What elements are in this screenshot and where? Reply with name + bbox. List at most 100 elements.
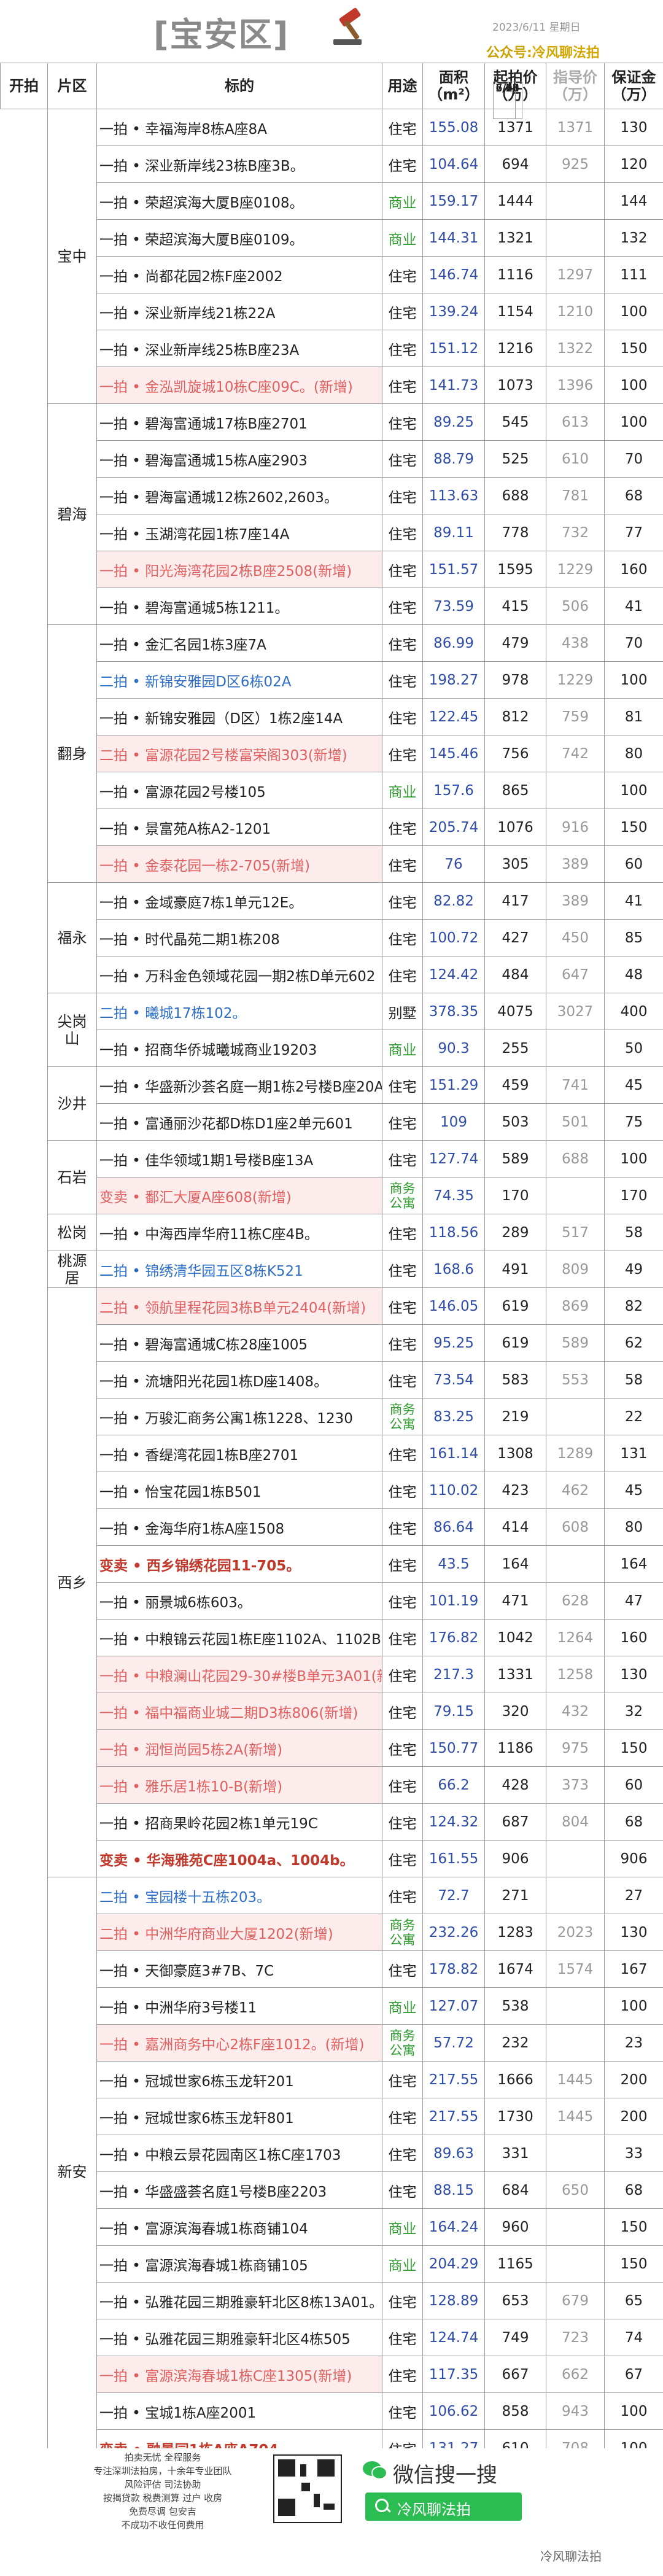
cell-deposit: 100 [604, 1987, 663, 2025]
cell-deposit: 150 [604, 330, 663, 367]
cell-item: 一拍 • 中海西岸华府11栋C座4B。 [96, 1214, 382, 1251]
cell-start: 687 [484, 1803, 546, 1841]
date-label: 2023/6/11 星期日 [492, 21, 581, 34]
cell-item: 一拍 • 新锦安雅园（D区）1栋2座14A [96, 698, 382, 735]
cell-area: 151.12 [422, 330, 485, 367]
cell-item: 一拍 • 深业新岸线23栋B座3B。 [96, 145, 382, 183]
cell-item: 一拍 • 雅乐居1栋10-B(新增) [96, 1766, 382, 1804]
cell-item: 一拍 • 幸福海岸8栋A座8A [96, 109, 382, 146]
footer-line: 不成功不收任何费用 [121, 2520, 204, 2531]
cell-date: 5/26 [492, 81, 522, 119]
table-row: 6/12 福永 一拍 • 金域豪庭7栋1单元12E。 住宅 82.82 417 389 41 [1, 81, 663, 993]
cell-area: 86.99 [422, 624, 485, 662]
cell-guide: 809 [546, 1251, 605, 1288]
cell-deposit: 58 [604, 1361, 663, 1399]
cell-area: 117.35 [422, 2356, 485, 2393]
cell-start: 289 [484, 1214, 546, 1251]
cell-guide: 517 [546, 1214, 605, 1251]
cell-deposit: 68 [604, 2171, 663, 2209]
cell-guide: 450 [546, 919, 605, 956]
cell-area: 101.19 [422, 1582, 485, 1620]
table-row: 6/12 沙井 一拍 • 华盛新沙荟名庭一期1栋2号楼B座20A 住宅 151.29 45… [1, 81, 663, 1141]
cell-deposit: 45 [604, 1472, 663, 1509]
cell-start: 1730 [484, 2098, 546, 2135]
cell-area: 232.26 [422, 1914, 485, 1951]
cell-start: 232 [484, 2024, 546, 2062]
cell-guide [546, 182, 605, 220]
cell-deposit: 131 [604, 1435, 663, 1472]
table-row: 7/4 一拍 • 中粮锦云花园1栋E座1102A、1102B 住宅 176.82 104… [1, 81, 663, 1656]
cell-item: 一拍 • 华盛盛荟名庭1号楼B座2203 [96, 2171, 382, 2209]
table-row: 6/26 一拍 • 碧海富通城12栋2602,2603。 住宅 113.63 688 78… [1, 81, 663, 514]
cell-deposit: 150 [604, 2208, 663, 2246]
cell-use: 住宅 [382, 2282, 423, 2319]
cell-start: 459 [484, 1066, 546, 1104]
cell-region: 福永 [47, 882, 97, 993]
cell-guide: 650 [546, 2171, 605, 2209]
cell-use: 住宅 [382, 440, 423, 478]
gavel-icon [333, 7, 362, 45]
cell-guide [546, 2245, 605, 2283]
table-row: 6/20 一拍 • 万骏汇商务公寓1栋1228、1230 商务公寓 83.25 219 2… [1, 81, 663, 1435]
cell-area: 113.63 [422, 477, 485, 514]
search-bar[interactable]: 冷风聊法拍 [365, 2493, 522, 2521]
cell-item: 一拍 • 时代晶苑二期1栋208 [96, 919, 382, 956]
cell-use: 住宅 [382, 1582, 423, 1620]
cell-area: 198.27 [422, 661, 485, 699]
cell-start: 219 [484, 1398, 546, 1435]
footer-line: 风险评估 司法协助 [124, 2479, 201, 2490]
cell-area: 73.54 [422, 1361, 485, 1399]
cell-region: 石岩 [47, 1140, 97, 1214]
table-row: 6/13 宝中 一拍 • 幸福海岸8栋A座8A 住宅 155.08 1371 1371 130 [1, 81, 663, 404]
table-row: 6/25 一拍 • 香缇湾花园1栋B座2701 住宅 161.14 1308 1289 13… [1, 81, 663, 1472]
cell-use: 住宅 [382, 477, 423, 514]
col-item: 标的 [96, 63, 382, 109]
cell-use: 住宅 [382, 1803, 423, 1841]
cell-start: 271 [484, 1877, 546, 1914]
cell-area: 76 [422, 845, 485, 883]
cell-start: 749 [484, 2319, 546, 2356]
cell-use: 住宅 [382, 551, 423, 588]
table-row: 7/3 一拍 • 富源滨海春城1栋商铺104 商业 164.24 960 150 [1, 81, 663, 2246]
table-row: 6/24 一拍 • 荣超滨海大厦B座0109。 商业 144.31 1321 132 [1, 81, 663, 257]
cell-guide: 925 [546, 145, 605, 183]
cell-use: 住宅 [382, 845, 423, 883]
cell-guide: 869 [546, 1287, 605, 1325]
cell-deposit: 49 [604, 1251, 663, 1288]
cell-use: 住宅 [382, 882, 423, 920]
cell-guide [546, 2024, 605, 2062]
cell-start: 1076 [484, 809, 546, 846]
cell-guide: 553 [546, 1361, 605, 1399]
cell-area: 122.45 [422, 698, 485, 735]
cell-use: 住宅 [382, 698, 423, 735]
cell-guide: 462 [546, 1472, 605, 1509]
cell-start: 415 [484, 588, 546, 625]
table-row: 6/25 一拍 • 万科金色领域花园一期2栋D单元602 住宅 124.42 484 64… [1, 81, 663, 993]
cell-area: 155.08 [422, 109, 485, 146]
cell-use: 住宅 [382, 809, 423, 846]
cell-deposit: 144 [604, 182, 663, 220]
cell-start: 427 [484, 919, 546, 956]
cell-use: 住宅 [382, 624, 423, 662]
cell-item: 一拍 • 福中福商业城二期D3栋806(新增) [96, 1693, 382, 1730]
cell-start: 331 [484, 2135, 546, 2172]
cell-use: 商业 [382, 2208, 423, 2246]
cell-start: 1308 [484, 1435, 546, 1472]
cell-deposit: 60 [604, 1766, 663, 1804]
cell-use: 住宅 [382, 2171, 423, 2209]
cell-use: 住宅 [382, 1729, 423, 1767]
cell-item: 变卖 • 西乡锦绣花园11-705。 [96, 1545, 382, 1583]
search-text: 冷风聊法拍 [397, 2501, 471, 2518]
cell-deposit: 62 [604, 1324, 663, 1362]
cell-item: 一拍 • 流塘阳光花园1栋D座1408。 [96, 1361, 382, 1399]
cell-deposit: 170 [604, 1177, 663, 1214]
table-row: 7/6 一拍 • 中粮澜山花园29-30#楼B单元3A01(新增) 住宅 217.3 1… [1, 81, 663, 1693]
cell-guide: 1396 [546, 367, 605, 404]
cell-start: 471 [484, 1582, 546, 1620]
cell-use: 住宅 [382, 367, 423, 404]
cell-area: 141.73 [422, 367, 485, 404]
cell-deposit: 32 [604, 1693, 663, 1730]
cell-item: 二拍 • 新锦安雅园D区6栋02A [96, 661, 382, 699]
cell-start: 255 [484, 1030, 546, 1067]
col-deposit: 保证金（万） [604, 63, 663, 109]
